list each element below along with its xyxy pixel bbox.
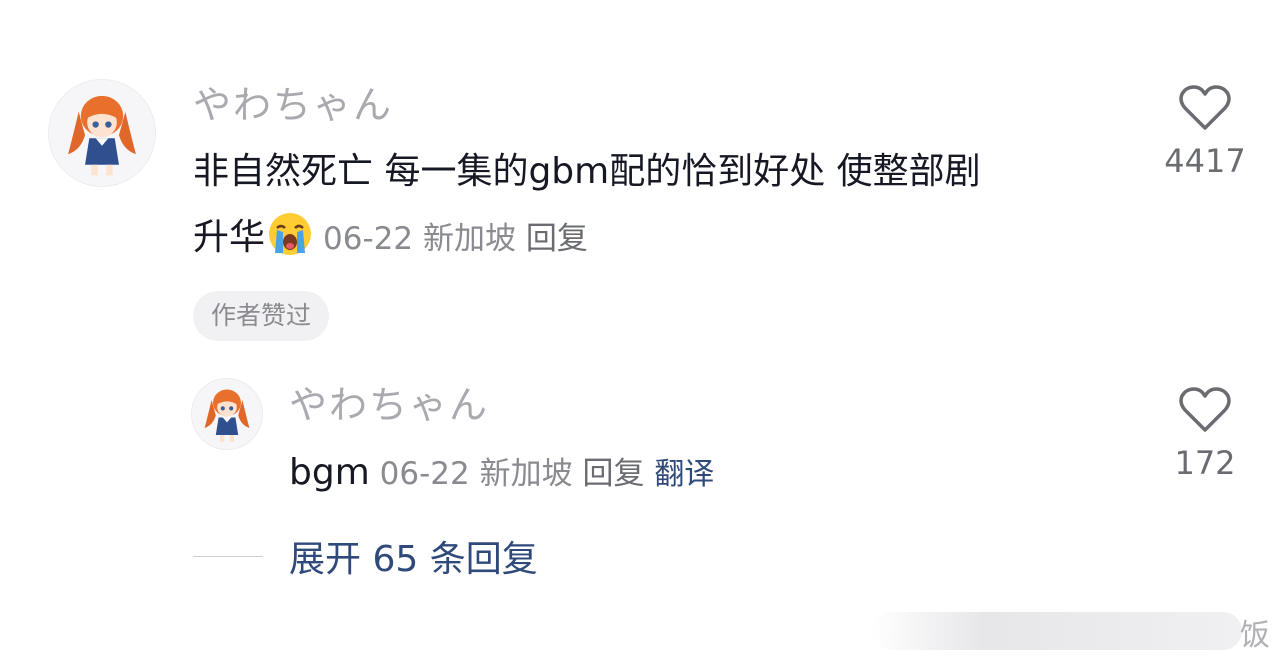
loudly-crying-face-icon <box>269 213 312 255</box>
expand-replies-button[interactable]: 展开 65 条回复 <box>193 530 538 582</box>
reply-date: 06-22 <box>379 456 470 492</box>
author-liked-badge: 作者赞过 <box>193 291 330 341</box>
comment-like-button[interactable]: 4417 <box>1160 84 1250 180</box>
reply-like-count: 172 <box>1174 444 1236 482</box>
heart-outline-icon <box>1179 387 1231 432</box>
heart-outline-icon <box>1179 85 1231 130</box>
comment-date: 06-22 <box>323 221 414 257</box>
reply-reply-button[interactable]: 回复 <box>582 456 644 492</box>
anime-girl-avatar-image <box>49 80 155 186</box>
reply-avatar[interactable] <box>191 378 263 450</box>
reply-text: bgm <box>289 452 370 493</box>
watermark-bar <box>872 612 1242 650</box>
comment-text-line2: 升华 06-22 新加坡 回复 <box>193 206 588 271</box>
comment-username[interactable]: やわちゃん <box>193 86 393 124</box>
expand-replies-label: 展开 65 条回复 <box>289 539 538 580</box>
watermark-text: 饭 <box>1240 618 1270 653</box>
comment-text-line1: 非自然死亡 每一集的gbm配的恰到好处 使整部剧 <box>193 151 981 192</box>
translate-button[interactable]: 翻译 <box>654 457 714 492</box>
expand-divider <box>193 555 263 557</box>
reply-text-row: bgm 06-22 新加坡 回复 翻译 <box>289 441 714 507</box>
comment-reply-button[interactable]: 回复 <box>526 221 588 257</box>
comment-text-line2-text: 升华 <box>193 217 266 258</box>
reply-like-button[interactable]: 172 <box>1160 386 1250 482</box>
reply-location: 新加坡 <box>479 456 573 492</box>
anime-girl-avatar-image <box>192 379 262 449</box>
comment-avatar[interactable] <box>48 79 156 187</box>
comment-location: 新加坡 <box>422 221 516 257</box>
comment-like-count: 4417 <box>1164 142 1246 180</box>
reply-username[interactable]: やわちゃん <box>289 386 489 424</box>
